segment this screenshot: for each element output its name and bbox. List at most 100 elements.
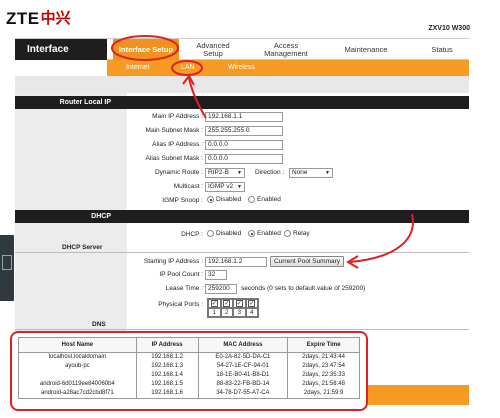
subtab-lan[interactable]: LAN xyxy=(181,60,195,76)
cell-mac: 18-1E-B0-41-B8-D1 xyxy=(197,371,289,380)
tab-status[interactable]: Status xyxy=(419,39,465,60)
tab-access-management[interactable]: Access Management xyxy=(253,39,319,60)
radio-dot xyxy=(248,196,255,203)
cell-mac: E0-2A-82-5D-DA-C1 xyxy=(197,352,289,362)
section-label-dns: DNS xyxy=(92,321,106,328)
cell-host: ayoub-pc xyxy=(18,362,137,371)
lease-time-input[interactable]: 259200 xyxy=(205,284,237,294)
igmp-disabled-radio[interactable]: Disabled xyxy=(207,196,241,203)
cell-ip: 192.168.1.2 xyxy=(135,352,199,362)
alias-ip-label: Alias IP Address : xyxy=(152,141,203,148)
col-host-name: Host Name xyxy=(18,337,137,353)
dhcp-relay-radio[interactable]: Relay xyxy=(284,230,310,237)
table-row: localhost.localdomain 192.168.1.2 E0-2A-… xyxy=(18,352,360,362)
cell-expire: 2days, 23:47:54 xyxy=(287,362,360,371)
cell-mac: 88-83-22-FB-BD-14 xyxy=(197,380,289,389)
cell-ip: 192.168.1.6 xyxy=(135,389,199,399)
alias-mask-label: Alias Subnet Mask : xyxy=(145,155,203,162)
cell-host: android-6d0119ee840060b4 xyxy=(18,380,137,389)
alias-ip-input[interactable]: 0.0.0.0 xyxy=(205,140,283,150)
radio-dot xyxy=(248,230,255,237)
port-3-checkbox-cell[interactable]: ✓ xyxy=(233,299,246,308)
port-2-checkbox-cell[interactable]: ✓ xyxy=(220,299,233,308)
radio-dot xyxy=(284,230,291,237)
checkmark-icon[interactable]: ✓ xyxy=(210,300,218,307)
spacer-bar xyxy=(15,76,469,93)
logo-latin: ZTE xyxy=(6,9,40,28)
divider xyxy=(15,252,469,253)
table-row: ayoub-pc 192.168.1.3 54-27-1E-CF-94-01 2… xyxy=(18,362,360,371)
start-ip-label: Starting IP Address : xyxy=(143,258,203,265)
col-mac-address: MAC Address xyxy=(197,337,289,353)
table-header-row: Host Name IP Address MAC Address Expire … xyxy=(18,337,360,353)
cell-expire: 2days, 21:58:48 xyxy=(287,380,360,389)
cell-host: android-a28ac7cd2cbd8f71 xyxy=(18,389,137,399)
section-label-dhcp-server: DHCP Server xyxy=(62,244,103,251)
current-pool-summary-button[interactable]: Current Pool Summary xyxy=(270,256,344,267)
direction-select[interactable]: None ▼ xyxy=(289,168,333,178)
start-ip-input[interactable]: 192.168.1.2 xyxy=(205,257,267,267)
igmp-enabled-radio[interactable]: Enabled xyxy=(248,196,281,203)
table-row: android-a28ac7cd2cbd8f71 192.168.1.6 34-… xyxy=(18,389,360,399)
chevron-down-icon: ▼ xyxy=(237,184,242,190)
multicast-label: Multicast : xyxy=(173,183,203,190)
pool-count-input[interactable]: 32 xyxy=(205,270,227,280)
cell-ip: 192.168.1.3 xyxy=(135,362,199,371)
direction-label: Direction : xyxy=(255,169,285,176)
table-row: 192.168.1.4 18-1E-B0-41-B8-D1 2days, 22:… xyxy=(18,371,360,380)
sub-nav: Internet LAN Wireless xyxy=(107,60,469,76)
section-header-router-local-ip: Router Local IP xyxy=(15,96,469,109)
subtab-internet[interactable]: Internet xyxy=(126,60,150,76)
main-ip-input[interactable]: 192.168.1.1 xyxy=(205,112,283,122)
main-mask-input[interactable]: 255.255.255.0 xyxy=(205,126,283,136)
cell-mac: 34-78-D7-55-A7-CA xyxy=(197,389,289,399)
pool-count-label: IP Pool Count : xyxy=(159,271,203,278)
chevron-down-icon: ▼ xyxy=(325,170,330,176)
physical-ports-label: Physical Ports : xyxy=(158,301,203,308)
dhcp-lease-table: Host Name IP Address MAC Address Expire … xyxy=(18,337,360,399)
dhcp-enabled-radio[interactable]: Enabled xyxy=(248,230,281,237)
logo-chinese: 中兴 xyxy=(40,9,71,27)
tab-maintenance[interactable]: Maintenance xyxy=(333,39,399,60)
cell-host xyxy=(18,371,137,380)
dynamic-route-label: Dynamic Route : xyxy=(154,169,203,176)
dhcp-label: DHCP : xyxy=(181,231,203,238)
main-ip-label: Main IP Address : xyxy=(152,113,203,120)
dhcp-disabled-radio[interactable]: Disabled xyxy=(207,230,241,237)
divider xyxy=(15,329,469,330)
col-ip-address: IP Address xyxy=(135,337,199,353)
physical-ports-grid: ✓ ✓ ✓ ✓ 1 2 3 4 xyxy=(207,298,259,318)
subtab-wireless[interactable]: Wireless xyxy=(228,60,255,76)
radio-dot xyxy=(207,196,214,203)
tab-interface-setup[interactable]: Interface Setup xyxy=(113,39,179,60)
lease-time-label: Lease Time : xyxy=(165,285,203,292)
cell-host: localhost.localdomain xyxy=(18,352,137,362)
checkmark-icon[interactable]: ✓ xyxy=(248,300,256,307)
radio-dot xyxy=(207,230,214,237)
lease-time-note: seconds (0 sets to default value of 2592… xyxy=(241,285,366,292)
col-expire-time: Expire Time xyxy=(287,337,360,353)
cell-ip: 192.168.1.5 xyxy=(135,380,199,389)
zte-logo: ZTE 中兴 xyxy=(6,5,71,28)
device-model: ZXV10 W300 xyxy=(428,25,470,32)
dhcp-lease-popup: Host Name IP Address MAC Address Expire … xyxy=(10,331,368,411)
alias-mask-input[interactable]: 0.0.0.0 xyxy=(205,154,283,164)
cell-mac: 54-27-1E-CF-94-01 xyxy=(197,362,289,371)
section-header-dhcp: DHCP xyxy=(15,210,469,223)
checkmark-icon[interactable]: ✓ xyxy=(235,300,243,307)
checkmark-icon[interactable]: ✓ xyxy=(223,300,231,307)
main-nav: Interface Interface Setup Advanced Setup… xyxy=(15,38,469,60)
cell-expire: 2days, 22:35:33 xyxy=(287,371,360,380)
main-mask-label: Main Subnet Mask : xyxy=(145,127,203,134)
port-4-checkbox-cell[interactable]: ✓ xyxy=(245,299,258,308)
tab-advanced-setup[interactable]: Advanced Setup xyxy=(187,39,239,60)
port-1-checkbox-cell[interactable]: ✓ xyxy=(208,299,221,308)
chevron-down-icon: ▼ xyxy=(237,170,242,176)
cell-expire: 2days, 21:59:9 xyxy=(287,389,360,399)
multicast-select[interactable]: IGMP v2 ▼ xyxy=(205,182,245,192)
background-window-icon xyxy=(2,255,12,270)
dynamic-route-select[interactable]: RIP2-B ▼ xyxy=(205,168,245,178)
port-1-label: 1 xyxy=(208,308,221,317)
cell-ip: 192.168.1.4 xyxy=(135,371,199,380)
section-title: Interface xyxy=(15,39,107,60)
